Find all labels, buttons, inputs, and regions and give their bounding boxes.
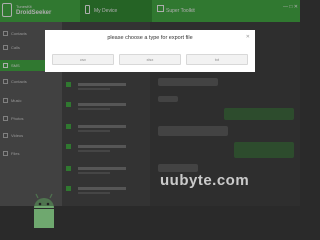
app-window: TunesKit DroidSeeker My Device Super Too… bbox=[0, 0, 300, 228]
close-icon[interactable]: ✕ bbox=[246, 34, 250, 40]
export-type-dialog: please choose a type for export file ✕ c… bbox=[45, 30, 255, 72]
dialog-title: please choose a type for export file bbox=[107, 35, 193, 41]
csv-button[interactable]: csv bbox=[52, 54, 114, 65]
txt-button[interactable]: txt bbox=[186, 54, 248, 65]
xlsx-button[interactable]: xlsx bbox=[119, 54, 181, 65]
watermark: uubyte.com bbox=[160, 172, 250, 189]
